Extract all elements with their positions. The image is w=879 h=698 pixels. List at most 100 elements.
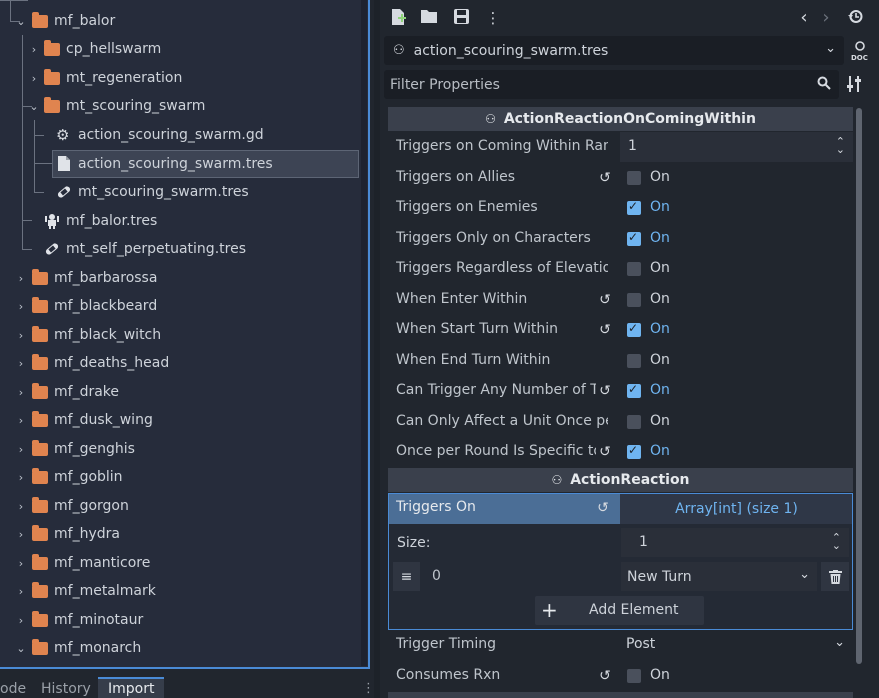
tree-item-mf-blackbeard[interactable]: › mf_blackbeard [0, 292, 362, 320]
checkbox-triggers-only-on-characters[interactable]: On [620, 224, 853, 254]
revert-icon[interactable]: ↺ [596, 321, 614, 339]
chevron-right-icon[interactable]: › [16, 272, 26, 285]
checkbox-checked-icon [627, 443, 641, 459]
trash-icon [828, 569, 842, 584]
open-folder-icon[interactable] [420, 9, 438, 27]
chevron-right-icon[interactable]: › [16, 614, 26, 627]
folder-icon [44, 69, 60, 85]
tree-item-cp-hellswarm[interactable]: › cp_hellswarm [0, 35, 362, 63]
delete-element-button[interactable] [821, 562, 849, 591]
history-list-icon[interactable] [846, 9, 864, 27]
tree-item-mf-monarch[interactable]: ⌄ mf_monarch [0, 634, 362, 662]
tab-history[interactable]: History [41, 681, 91, 697]
chevron-right-icon[interactable]: › [16, 414, 26, 427]
spin-arrows-icon[interactable]: ⌃ ⌄ [836, 136, 845, 155]
tree-item-mf-balor[interactable]: ⌄ mf_balor [0, 7, 362, 35]
trigger-timing-dropdown[interactable]: Post ⌄ [620, 630, 853, 660]
tree-item-mf-hydra[interactable]: › mf_hydra [0, 520, 362, 548]
checkbox-consumes-rxn[interactable]: On [620, 661, 853, 691]
tree-item-mf-drake[interactable]: › mf_drake [0, 378, 362, 406]
tree-item-mf-balor-tres[interactable]: mf_balor.tres [0, 207, 362, 235]
tree-item-mt-regeneration[interactable]: › mt_regeneration [0, 64, 362, 92]
chevron-right-icon[interactable]: › [16, 528, 26, 541]
checkbox-once-per-round-is-specific[interactable]: On [620, 437, 853, 467]
history-back-icon[interactable]: ‹ [795, 9, 813, 27]
chevron-right-icon[interactable]: › [16, 386, 26, 399]
section-header-action-reaction-on-coming-within[interactable]: ⚇ ActionReactionOnComingWithin [388, 107, 853, 131]
tree-scrollbar[interactable] [361, 0, 367, 666]
tree-item-mf-minotaur[interactable]: › mf_minotaur [0, 606, 362, 634]
chevron-right-icon[interactable]: › [16, 500, 26, 513]
chevron-right-icon[interactable]: › [29, 72, 39, 85]
drag-handle-icon[interactable]: ≡ [393, 562, 420, 591]
tree-item-mt-scouring-swarm-tres[interactable]: mt_scouring_swarm.tres [0, 178, 362, 206]
chevron-down-icon[interactable]: ⌄ [16, 642, 26, 655]
tree-item-action-scouring-swarm-gd[interactable]: ⚙ action_scouring_swarm.gd [0, 121, 362, 149]
tree-item-mf-genghis[interactable]: › mf_genghis [0, 435, 362, 463]
chevron-right-icon[interactable]: › [16, 471, 26, 484]
resource-selector[interactable]: ⚇ action_scouring_swarm.tres ⌄ [384, 36, 844, 65]
tree-item-mf-barbarossa[interactable]: › mf_barbarossa [0, 264, 362, 292]
filter-properties-input[interactable] [384, 76, 794, 93]
checkbox-can-only-affect-unit-once[interactable]: On [620, 407, 853, 437]
revert-icon[interactable]: ↺ [596, 169, 614, 187]
checkbox-when-enter-within[interactable]: On [620, 285, 853, 315]
gear-script-icon: ⚙ [56, 126, 70, 144]
inspector-scrollbar[interactable] [856, 108, 862, 664]
chevron-down-icon: ⌄ [799, 567, 810, 582]
checkbox-triggers-on-allies[interactable]: On [620, 163, 853, 193]
spin-arrows-icon[interactable]: ⌃ ⌄ [832, 532, 841, 551]
tree-item-mf-deaths-head[interactable]: › mf_deaths_head [0, 349, 362, 377]
revert-icon[interactable]: ↺ [596, 443, 614, 461]
tools-icon[interactable] [847, 76, 861, 96]
array-size-spinbox[interactable]: 1 ⌃ ⌄ [621, 528, 849, 557]
prop-triggers-on-allies: Triggers on Allies ↺ On [388, 163, 853, 193]
chevron-right-icon[interactable]: › [29, 43, 39, 56]
chevron-down-icon[interactable]: ⌄ [16, 15, 26, 28]
tab-node[interactable]: ode [0, 681, 26, 697]
chevron-right-icon[interactable]: › [16, 557, 26, 570]
checkbox-triggers-regardless-of-elevation[interactable]: On [620, 254, 853, 284]
checkbox-triggers-on-enemies[interactable]: On [620, 193, 853, 223]
tree-item-action-scouring-swarm-tres[interactable]: action_scouring_swarm.tres [52, 150, 359, 178]
chevron-right-icon[interactable]: › [16, 443, 26, 456]
tab-import[interactable]: Import [98, 677, 165, 698]
array-element-dropdown[interactable]: New Turn ⌄ [621, 562, 817, 591]
folder-icon [32, 611, 48, 627]
chevron-right-icon[interactable]: › [16, 329, 26, 342]
add-element-button[interactable]: + Add Element [535, 596, 704, 625]
open-docs-button[interactable]: DOC [844, 36, 876, 65]
tree-item-mf-metalmark[interactable]: › mf_metalmark [0, 577, 362, 605]
more-vertical-icon[interactable]: ⋮ [362, 681, 375, 696]
chevron-down-icon[interactable]: ⌄ [29, 100, 39, 113]
tree-item-mf-manticore[interactable]: › mf_manticore [0, 549, 362, 577]
checkbox-when-start-turn-within[interactable]: On [620, 315, 853, 345]
new-resource-icon[interactable] [390, 9, 408, 27]
checkbox-icon [627, 171, 641, 185]
checkbox-when-end-turn-within[interactable]: On [620, 346, 853, 376]
revert-icon[interactable]: ↺ [596, 291, 614, 309]
checkbox-can-trigger-any-number-of-times[interactable]: On [620, 376, 853, 406]
number-spinbox[interactable]: 1 ⌃ ⌄ [620, 132, 853, 162]
revert-icon[interactable]: ↺ [596, 667, 614, 685]
chevron-down-icon[interactable]: ⌄ [825, 41, 836, 56]
revert-icon[interactable]: ↺ [596, 382, 614, 400]
tree-item-mf-gorgon[interactable]: › mf_gorgon [0, 492, 362, 520]
chevron-right-icon[interactable]: › [16, 585, 26, 598]
more-vertical-icon[interactable]: ⋮ [484, 9, 502, 27]
chevron-right-icon[interactable]: › [16, 357, 26, 370]
search-icon [817, 76, 831, 94]
history-forward-icon[interactable]: › [817, 9, 835, 27]
folder-icon [32, 411, 48, 427]
save-icon[interactable] [452, 9, 470, 27]
checkbox-checked-icon [627, 199, 641, 215]
tree-item-mf-goblin[interactable]: › mf_goblin [0, 463, 362, 491]
chevron-right-icon[interactable]: › [16, 300, 26, 313]
prop-can-trigger-any-number-of-times: Can Trigger Any Number of Ti ↺ On [388, 376, 853, 406]
tree-item-mt-self-perpetuating-tres[interactable]: mt_self_perpetuating.tres [0, 235, 362, 263]
tree-item-mf-black-witch[interactable]: › mf_black_witch [0, 321, 362, 349]
tree-item-mt-scouring-swarm[interactable]: ⌄ mt_scouring_swarm [0, 92, 362, 120]
section-header-action-reaction[interactable]: ⚇ ActionReaction [388, 468, 853, 492]
tree-item-mf-dusk-wing[interactable]: › mf_dusk_wing [0, 406, 362, 434]
tree-guide [34, 163, 52, 164]
